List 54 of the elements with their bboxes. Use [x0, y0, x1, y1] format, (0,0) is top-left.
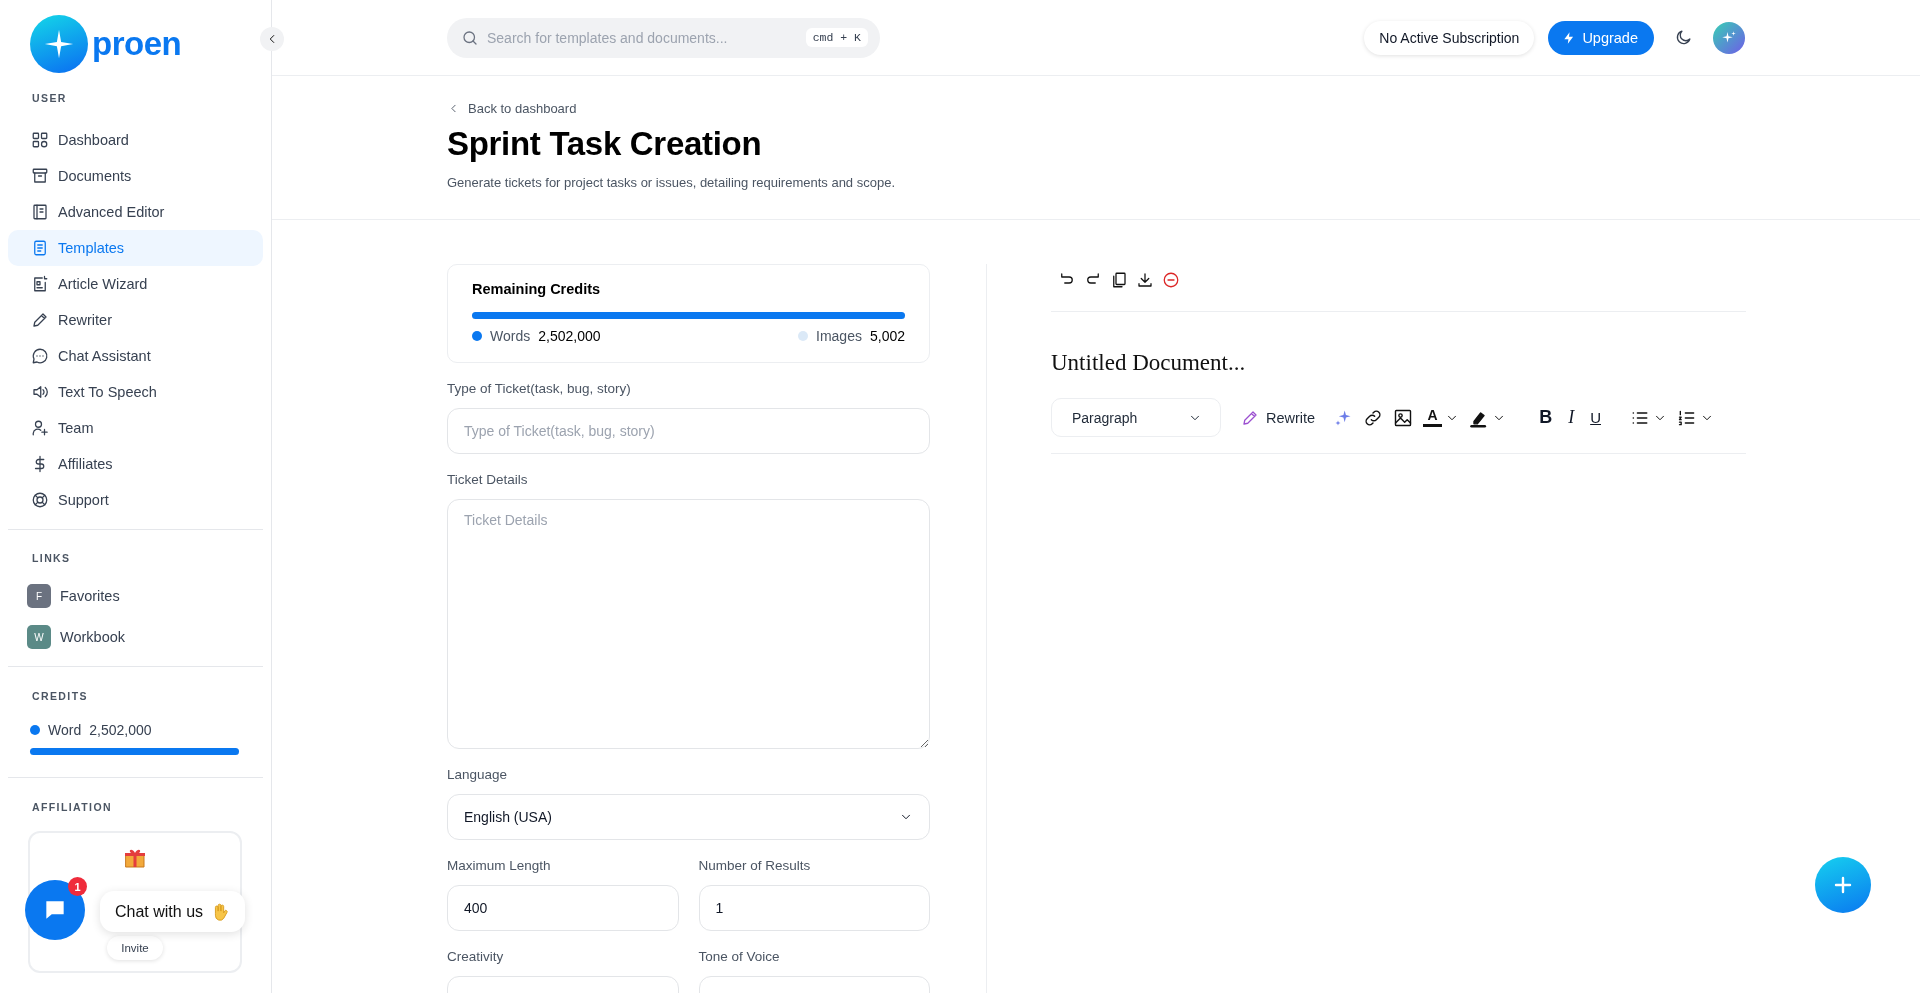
field-label: Tone of Voice — [698, 949, 781, 964]
letter-avatar: W — [27, 625, 51, 649]
chat-prompt[interactable]: Chat with us — [100, 891, 246, 932]
sidebar-item[interactable]: Rewriter — [8, 302, 263, 338]
sidebar-item[interactable]: Team — [8, 410, 263, 446]
sidebar-item[interactable]: Text To Speech — [8, 374, 263, 410]
text-input[interactable]: 400 — [447, 885, 679, 931]
field-label: Maximum Length — [447, 858, 552, 873]
bold-button[interactable]: B — [1536, 407, 1556, 428]
sidebar-link[interactable]: W Workbook — [27, 625, 271, 649]
sidebar-item[interactable]: Templates — [8, 230, 263, 266]
letter-avatar: F — [27, 584, 51, 608]
italic-button[interactable]: I — [1565, 407, 1578, 428]
underline-button[interactable]: U — [1587, 409, 1604, 426]
sidebar-item[interactable]: Chat Assistant — [8, 338, 263, 374]
sidebar-item[interactable]: Advanced Editor — [8, 194, 263, 230]
invite-button[interactable]: Invite — [107, 936, 163, 960]
text-input[interactable]: Type of Ticket(task, bug, story) — [447, 408, 930, 454]
field-label: Number of Results — [698, 858, 812, 873]
sidebar-link[interactable]: F Favorites — [27, 584, 271, 608]
field-label: Language — [447, 767, 509, 782]
legend-value: 5,002 — [869, 328, 905, 344]
legend-label: Words — [490, 328, 531, 344]
subscription-button[interactable]: No Active Subscription — [1364, 20, 1535, 55]
page-subtitle: Generate tickets for project tasks or issues, detailing requirements and scope. — [447, 175, 896, 190]
textarea-field[interactable]: Ticket Details — [447, 499, 930, 749]
field-label: Creativity — [447, 949, 505, 964]
section-heading: LINKS — [31, 552, 72, 564]
text-color-button[interactable]: A — [1423, 408, 1460, 427]
legend-value: 2,502,000 — [538, 328, 601, 344]
section-heading: AFFILIATION — [31, 801, 113, 813]
text-input[interactable]: 1 — [698, 885, 930, 931]
section-heading: USER — [31, 92, 68, 104]
brand-name: proen — [92, 25, 182, 63]
section-heading: CREDITS — [31, 690, 89, 702]
sidebar-item[interactable]: Affiliates — [8, 446, 263, 482]
page-title: Sprint Task Creation — [447, 125, 763, 163]
document-title[interactable]: Untitled Document... — [1051, 350, 1746, 376]
notification-badge: 1 — [68, 877, 87, 896]
back-link[interactable]: Back to dashboard — [447, 101, 577, 116]
sidebar-item[interactable]: Support — [8, 482, 263, 518]
credit-label: Word — [48, 722, 82, 738]
sidebar-item[interactable]: Documents — [8, 158, 263, 194]
block-style-select[interactable]: Paragraph — [1051, 398, 1221, 437]
card-title: Remaining Credits — [472, 281, 602, 297]
credit-value: 2,502,000 — [89, 722, 152, 738]
upgrade-button[interactable]: Upgrade — [1548, 20, 1654, 55]
sidebar-item[interactable]: Dashboard — [8, 122, 263, 158]
sidebar-item[interactable]: Article Wizard — [8, 266, 263, 302]
field-label: Ticket Details — [447, 472, 529, 487]
legend-label: Images — [816, 328, 862, 344]
language-select[interactable]: English (USA) — [447, 794, 930, 840]
rewrite-button[interactable]: Rewrite — [1231, 408, 1324, 427]
field-label: Type of Ticket(task, bug, story) — [447, 381, 632, 396]
